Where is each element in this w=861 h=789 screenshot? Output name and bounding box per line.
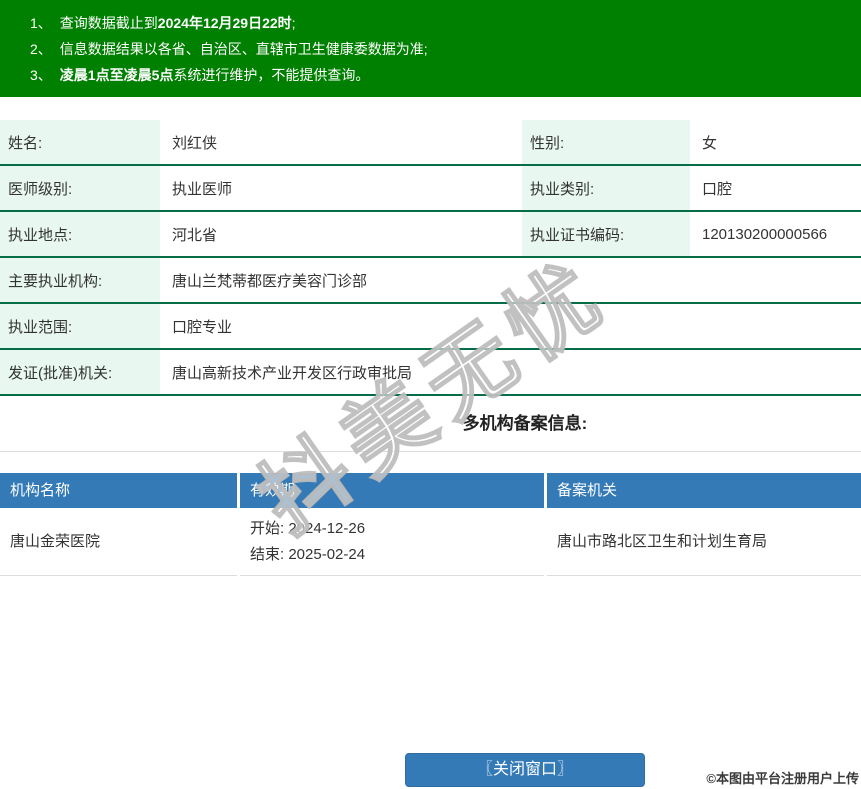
validity-cell: 开始: 2024-12-26 结束: 2025-02-24 xyxy=(240,508,544,576)
issuing-authority-label: 发证(批准)机关: xyxy=(0,350,160,394)
org-name-cell: 唐山金荣医院 xyxy=(0,508,237,576)
practice-category-value: 口腔 xyxy=(690,166,861,210)
doctor-level-label: 医师级别: xyxy=(0,166,160,210)
validity-end: 结束: 2025-02-24 xyxy=(250,542,544,568)
notice-line-1: 1、查询数据截止到2024年12月29日22时; xyxy=(30,10,861,36)
practice-scope-label: 执业范围: xyxy=(0,304,160,348)
close-window-button[interactable]: 〖关闭窗口〗 xyxy=(405,753,645,787)
notice-line-3-bold: 凌晨1点至凌晨5点 xyxy=(60,67,174,83)
records-table: 机构名称 有效期 备案机关 唐山金荣医院 开始: 2024-12-26 结束: … xyxy=(0,473,861,576)
certificate-code-value: 120130200000566 xyxy=(690,212,861,256)
column-header-record-authority: 备案机关 xyxy=(547,473,861,508)
profile-row-main-institution: 主要执业机构: 唐山兰梵蒂都医疗美容门诊部 xyxy=(0,258,861,304)
column-header-validity: 有效期 xyxy=(240,473,544,508)
profile-row-issuing-authority: 发证(批准)机关: 唐山高新技术产业开发区行政审批局 xyxy=(0,350,861,396)
profile-row-practice-scope: 执业范围: 口腔专业 xyxy=(0,304,861,350)
practice-location-label: 执业地点: xyxy=(0,212,160,256)
notice-line-2-number: 2、 xyxy=(30,41,52,57)
profile-row-name-gender: 姓名: 刘红侠 性别: 女 xyxy=(0,120,861,166)
notice-line-1-text: 查询数据截止到 xyxy=(60,15,158,31)
main-institution-label: 主要执业机构: xyxy=(0,258,160,302)
validity-start: 开始: 2024-12-26 xyxy=(250,516,544,542)
notice-banner: 1、查询数据截止到2024年12月29日22时; 2、信息数据结果以各省、自治区… xyxy=(0,0,861,97)
practice-scope-value: 口腔专业 xyxy=(160,304,861,348)
practice-location-value: 河北省 xyxy=(160,212,522,256)
notice-line-2-text: 信息数据结果以各省、自治区、直辖市卫生健康委数据为准; xyxy=(60,41,428,57)
gender-label: 性别: xyxy=(522,120,690,164)
gender-value: 女 xyxy=(690,120,861,164)
notice-line-3-tail: 系统进行维护，不能提供查询。 xyxy=(173,67,369,83)
org-name-value: 唐山金荣医院 xyxy=(10,529,237,555)
issuing-authority-value: 唐山高新技术产业开发区行政审批局 xyxy=(160,350,861,394)
table-row: 唐山金荣医院 开始: 2024-12-26 结束: 2025-02-24 唐山市… xyxy=(0,508,861,576)
certificate-code-label: 执业证书编码: xyxy=(522,212,690,256)
profile-row-level-category: 医师级别: 执业医师 执业类别: 口腔 xyxy=(0,166,861,212)
record-authority-cell: 唐山市路北区卫生和计划生育局 xyxy=(547,508,861,576)
record-authority-value: 唐山市路北区卫生和计划生育局 xyxy=(557,529,861,555)
doctor-profile-table: 姓名: 刘红侠 性别: 女 医师级别: 执业医师 执业类别: 口腔 执业地点: … xyxy=(0,120,861,396)
records-table-header: 机构名称 有效期 备案机关 xyxy=(0,473,861,508)
notice-line-1-tail: ; xyxy=(292,15,296,31)
upload-credit-watermark: ©本图由平台注册用户上传 xyxy=(706,768,859,787)
main-institution-value: 唐山兰梵蒂都医疗美容门诊部 xyxy=(160,258,861,302)
name-value: 刘红侠 xyxy=(160,120,522,164)
notice-line-1-number: 1、 xyxy=(30,15,52,31)
notice-line-1-bold: 2024年12月29日22时 xyxy=(158,15,292,31)
column-header-org-name: 机构名称 xyxy=(0,473,237,508)
multi-institution-section-title: 多机构备案信息: xyxy=(0,396,861,452)
practice-category-label: 执业类别: xyxy=(522,166,690,210)
notice-line-3: 3、凌晨1点至凌晨5点系统进行维护，不能提供查询。 xyxy=(30,62,861,88)
profile-row-location-certificate: 执业地点: 河北省 执业证书编码: 120130200000566 xyxy=(0,212,861,258)
notice-line-2: 2、信息数据结果以各省、自治区、直辖市卫生健康委数据为准; xyxy=(30,36,861,62)
notice-line-3-number: 3、 xyxy=(30,67,52,83)
doctor-level-value: 执业医师 xyxy=(160,166,522,210)
name-label: 姓名: xyxy=(0,120,160,164)
